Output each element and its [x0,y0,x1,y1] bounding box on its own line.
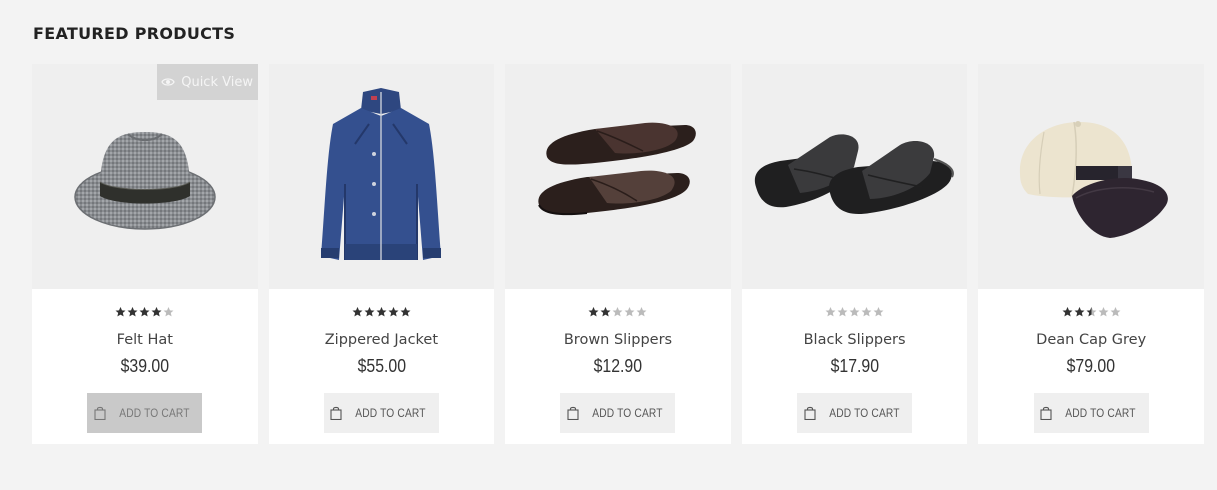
star-filled-icon [388,307,399,317]
product-price: $17.90 [830,356,879,376]
rating-stars [505,306,731,320]
star-filled-icon [151,307,162,317]
product-image-wrap[interactable] [978,64,1204,289]
star-empty-icon [1098,307,1109,317]
product-grid: Quick View Felt Hat $39.00 ADD TO CART Z… [32,64,1204,444]
rating-stars [978,306,1204,320]
add-to-cart-button[interactable]: ADD TO CART [560,393,676,433]
rating-stars [742,306,968,320]
product-price: $12.90 [593,356,643,376]
add-to-cart-button[interactable]: ADD TO CART [1033,393,1149,433]
add-to-cart-label: ADD TO CART [828,406,900,420]
star-empty-icon [837,307,848,317]
black-slippers-image [754,134,954,215]
add-to-cart-label: ADD TO CART [119,406,190,420]
add-to-cart-button[interactable]: ADD TO CART [87,393,203,433]
brown-slippers-image [538,122,697,215]
product-card[interactable]: Zippered Jacket $55.00 ADD TO CART [268,64,495,444]
star-filled-icon [352,307,363,317]
star-filled-icon [364,307,375,317]
star-empty-icon [873,307,884,317]
product-name[interactable]: Brown Slippers [505,332,731,348]
rating-stars [269,306,495,320]
add-to-cart-label: ADD TO CART [592,406,663,420]
add-to-cart-label: ADD TO CART [1065,406,1136,420]
star-filled-icon [601,307,611,317]
star-filled-icon [115,307,126,317]
star-filled-icon [1062,307,1073,317]
product-name[interactable]: Zippered Jacket [269,332,495,348]
section-title: FEATURED PRODUCTS [33,24,236,43]
zippered-jacket-image [321,88,442,260]
add-to-cart-label: ADD TO CART [355,406,427,420]
star-empty-icon [1110,307,1121,317]
product-image-wrap[interactable] [741,64,968,289]
product-card[interactable]: Dean Cap Grey $79.00 ADD TO CART [978,64,1204,444]
featured-products-section: FEATURED PRODUCTS Quick View Felt Hat $3… [0,0,1217,490]
shopping-bag-icon [567,406,579,420]
star-empty-icon [613,307,623,317]
product-price: $55.00 [357,356,406,376]
add-to-cart-button[interactable]: ADD TO CART [323,393,439,433]
product-image-wrap[interactable]: Quick View [32,64,258,289]
star-empty-icon [163,307,174,317]
shopping-bag-icon [804,406,816,420]
quick-view-button[interactable]: Quick View [156,64,258,100]
product-card[interactable]: Brown Slippers $12.90 ADD TO CART [505,64,731,444]
star-filled-icon [589,307,599,317]
product-name[interactable]: Black Slippers [742,332,968,348]
add-to-cart-button[interactable]: ADD TO CART [797,393,913,433]
product-name[interactable]: Dean Cap Grey [978,332,1204,348]
product-name[interactable]: Felt Hat [32,332,258,348]
rating-stars [32,306,258,320]
shopping-bag-icon [94,406,106,420]
star-filled-icon [127,307,138,317]
product-price: $79.00 [1066,356,1116,376]
product-price: $39.00 [120,356,170,376]
product-card[interactable]: Quick View Felt Hat $39.00 ADD TO CART [32,64,258,444]
shopping-bag-icon [1040,406,1052,420]
star-empty-icon [825,307,836,317]
shopping-bag-icon [330,406,342,420]
star-empty-icon [849,307,860,317]
product-image-wrap[interactable] [505,64,731,289]
star-filled-icon [1074,307,1085,317]
star-empty-icon [861,307,872,317]
star-filled-icon [400,307,411,317]
felt-hat-image [74,131,216,230]
eye-icon [161,78,175,86]
star-empty-icon [637,307,647,317]
star-filled-icon [139,307,150,317]
star-half-icon [1086,307,1097,317]
product-card[interactable]: Black Slippers $17.90 ADD TO CART [741,64,968,444]
dean-cap-image [1019,121,1168,238]
star-filled-icon [376,307,387,317]
product-image-wrap[interactable] [268,64,495,289]
star-empty-icon [625,307,635,317]
quick-view-label: Quick View [181,74,253,90]
